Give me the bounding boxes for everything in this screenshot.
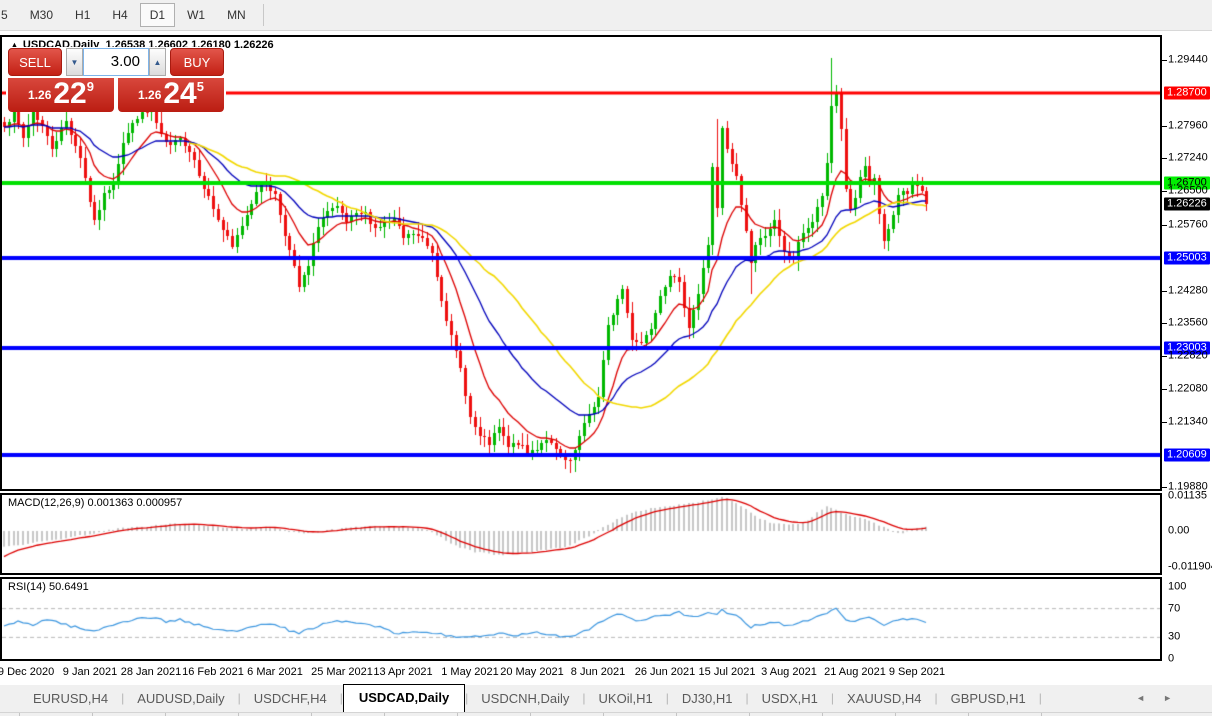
chart-tab-usdcnh[interactable]: USDCNH,Daily <box>468 686 582 712</box>
chart-tab-ukoil[interactable]: UKOil,H1 <box>586 686 666 712</box>
price-axis-tick <box>1162 158 1167 159</box>
buy-price-point: 5 <box>197 79 204 94</box>
date-axis-label: 8 Jun 2021 <box>571 666 625 678</box>
chart-tab-gbpusd[interactable]: GBPUSD,H1 <box>938 686 1039 712</box>
tab-separator: | <box>1039 691 1042 712</box>
trading-terminal-window: 5M30H1H4D1W1MN ▲USDCAD,Daily 1.26538 1.2… <box>0 0 1212 716</box>
date-axis-label: 16 Feb 2021 <box>182 666 244 678</box>
tabs-scroll-right-icon[interactable]: ► <box>1163 693 1190 703</box>
price-axis-tick <box>1162 422 1167 423</box>
price-axis-label: 1.29440 <box>1168 54 1208 67</box>
date-axis-label: 25 Mar 2021 <box>311 666 373 678</box>
price-axis-tick <box>1162 191 1167 192</box>
tabs-scroll-left-icon[interactable]: ◄ <box>1136 693 1163 703</box>
macd-axis-label: 0.01135 <box>1168 490 1207 503</box>
date-axis-label: 6 Mar 2021 <box>247 666 303 678</box>
price-axis-label-red: 1.28700 <box>1164 87 1210 100</box>
macd-axis-label: 0.00 <box>1168 525 1189 538</box>
sell-price-point: 9 <box>87 79 94 94</box>
rsi-axis-label: 100 <box>1168 581 1186 594</box>
timeframe-button-m30[interactable]: M30 <box>20 3 63 27</box>
price-axis-tick <box>1162 60 1167 61</box>
rsi-indicator-panel <box>0 577 1162 661</box>
chevron-down-icon: ▼ <box>71 58 79 67</box>
sell-price-display[interactable]: 1.26 22 9 <box>8 78 114 112</box>
price-axis-label: 1.27240 <box>1168 152 1208 165</box>
price-axis-tick <box>1162 126 1167 127</box>
date-axis-label: 1 May 2021 <box>441 666 498 678</box>
date-axis-label: 28 Jan 2021 <box>121 666 182 678</box>
date-axis-label: 13 Apr 2021 <box>373 666 432 678</box>
toolbar-separator <box>263 4 264 26</box>
buy-price-display[interactable]: 1.26 24 5 <box>118 78 224 112</box>
chart-tab-audusd[interactable]: AUDUSD,Daily <box>124 686 237 712</box>
rsi-canvas[interactable] <box>2 579 1160 659</box>
price-axis-tick <box>1162 225 1167 226</box>
rsi-axis-label: 70 <box>1168 602 1180 615</box>
date-axis-label: 9 Sep 2021 <box>889 666 945 678</box>
buy-price-pips: 24 <box>163 79 196 109</box>
macd-label: MACD(12,26,9) 0.001363 0.000957 <box>8 497 182 509</box>
macd-axis-label: -0.011904 <box>1168 561 1212 574</box>
date-axis-label: 21 Aug 2021 <box>824 666 886 678</box>
buy-button[interactable]: BUY <box>170 48 224 76</box>
price-axis-tick <box>1162 291 1167 292</box>
date-axis-label: 20 May 2021 <box>500 666 564 678</box>
price-axis-label-black: 1.26226 <box>1164 198 1210 211</box>
rsi-label: RSI(14) 50.6491 <box>8 581 89 593</box>
chart-tab-dj30[interactable]: DJ30,H1 <box>669 686 746 712</box>
price-axis-label: 1.27960 <box>1168 120 1208 133</box>
timeframe-toolbar: 5M30H1H4D1W1MN <box>0 0 1212 31</box>
chart-tab-xauusd[interactable]: XAUUSD,H4 <box>834 686 934 712</box>
buy-price-base: 1.26 <box>138 88 161 102</box>
date-axis-label: 9 Jan 2021 <box>63 666 117 678</box>
timeframe-button-d1[interactable]: D1 <box>140 3 175 27</box>
date-axis-label: 19 Dec 2020 <box>0 666 54 678</box>
price-axis-label-blue: 1.25003 <box>1164 252 1210 265</box>
chart-tab-eurusd[interactable]: EURUSD,H4 <box>20 686 121 712</box>
price-axis-label: 1.25760 <box>1168 219 1208 232</box>
volume-input[interactable]: 3.00 <box>83 48 149 76</box>
date-axis-label: 15 Jul 2021 <box>699 666 756 678</box>
date-axis-label: 26 Jun 2021 <box>635 666 696 678</box>
timeframe-button-h4[interactable]: H4 <box>102 3 137 27</box>
date-axis-label: 3 Aug 2021 <box>761 666 817 678</box>
timeframe-button-w1[interactable]: W1 <box>177 3 215 27</box>
price-axis-tick <box>1162 487 1167 488</box>
chart-tab-usdx[interactable]: USDX,H1 <box>749 686 831 712</box>
price-axis-tick <box>1162 323 1167 324</box>
price-axis-label: 1.22820 <box>1168 350 1208 363</box>
price-axis-tick <box>1162 389 1167 390</box>
price-axis-label: 1.21340 <box>1168 416 1208 429</box>
chart-tab-usdcad[interactable]: USDCAD,Daily <box>343 684 465 712</box>
price-axis-tick <box>1162 356 1167 357</box>
price-axis-label-blue: 1.20609 <box>1164 449 1210 462</box>
sell-price-pips: 22 <box>53 79 86 109</box>
chart-tab-bar: EURUSD,H4|AUDUSD,Daily|USDCHF,H4|USDCAD,… <box>0 684 1212 712</box>
one-click-trade-panel: SELL ▼ 3.00 ▲ BUY 1.26 22 9 1.26 24 5 <box>6 47 226 112</box>
chart-tab-usdchf[interactable]: USDCHF,H4 <box>241 686 340 712</box>
price-axis-label: 1.22080 <box>1168 383 1208 396</box>
status-bar <box>0 712 1212 716</box>
timeframe-button-5[interactable]: 5 <box>0 3 18 27</box>
timeframe-button-h1[interactable]: H1 <box>65 3 100 27</box>
volume-increase-button[interactable]: ▲ <box>149 48 166 76</box>
timeframe-button-mn[interactable]: MN <box>217 3 256 27</box>
sell-button[interactable]: SELL <box>8 48 62 76</box>
price-axis-label: 1.26500 <box>1168 185 1208 198</box>
rsi-axis-label: 0 <box>1168 653 1174 666</box>
volume-decrease-button[interactable]: ▼ <box>66 48 83 76</box>
sell-price-base: 1.26 <box>28 88 51 102</box>
price-axis-label: 1.24280 <box>1168 285 1208 298</box>
chevron-up-icon: ▲ <box>154 58 162 67</box>
rsi-axis-label: 30 <box>1168 631 1180 644</box>
price-axis-label: 1.23560 <box>1168 317 1208 330</box>
